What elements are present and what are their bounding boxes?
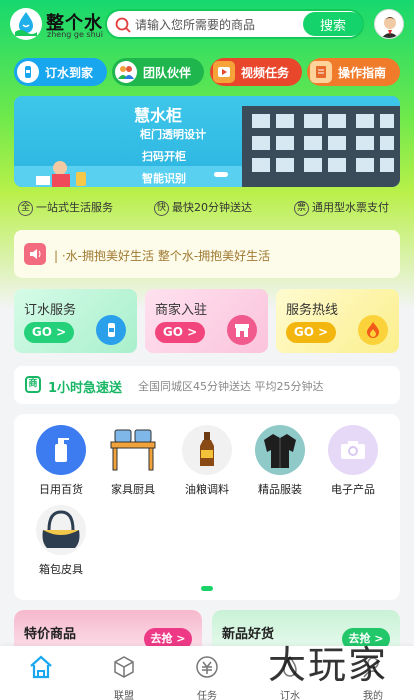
feature-highlights: 全一站式生活服务 快最快20分钟送达 票通用型水票支付 xyxy=(0,199,414,219)
feature-badge-icon: 票 xyxy=(294,200,309,216)
bag-icon xyxy=(36,505,86,555)
quick-link-label: 操作指南 xyxy=(338,66,387,80)
tab-label: 联盟 xyxy=(114,691,134,700)
table-icon xyxy=(108,425,158,475)
service-go-button[interactable]: GO > xyxy=(286,322,336,343)
quick-link-label: 团队伙伴 xyxy=(143,66,192,80)
tab-label: 任务 xyxy=(197,691,217,700)
service-card-order-water[interactable]: 订水服务 GO > xyxy=(14,289,137,353)
banner-line: 扫码开柜 xyxy=(142,150,186,163)
service-title: 订水服务 xyxy=(24,303,77,318)
search-icon xyxy=(115,17,131,33)
logo-subtitle: zheng ge shui xyxy=(47,30,103,39)
category-clothing[interactable]: 精品服装 xyxy=(245,425,315,497)
promo-title: 特价商品 xyxy=(24,627,77,642)
category-daily-goods[interactable]: 日用百货 xyxy=(26,425,96,497)
notice-text: | ·水-拥抱美好生活 整个水-拥抱美好生活 xyxy=(54,249,271,263)
quick-link-label: 订水到家 xyxy=(45,66,94,80)
notice-bar[interactable]: | ·水-拥抱美好生活 整个水-拥抱美好生活 xyxy=(14,230,400,278)
quick-link-video-task[interactable]: 视频任务 xyxy=(210,58,302,86)
camera-icon xyxy=(328,425,378,475)
search-button[interactable]: 搜索 xyxy=(303,12,363,36)
service-go-button[interactable]: GO > xyxy=(24,322,74,343)
category-furniture[interactable]: 家具厨具 xyxy=(98,425,168,497)
service-go-button[interactable]: GO > xyxy=(155,322,205,343)
banner-line: 柜门透明设计 xyxy=(140,128,206,141)
category-label: 精品服装 xyxy=(258,483,302,496)
category-grid: 日用百货 家具厨具 油粮调料 精品服装 电子产品 箱包皮具 xyxy=(14,414,400,600)
tab-alliance[interactable]: 联盟 xyxy=(83,646,165,700)
top-header: 整个水 zheng ge shui 搜索 xyxy=(0,0,414,50)
avatar[interactable] xyxy=(374,9,404,39)
banner-line: 智能识别 xyxy=(142,172,186,185)
search-bar: 搜索 xyxy=(105,9,364,39)
cube-icon xyxy=(114,656,134,678)
feature-label: 最快20分钟送达 xyxy=(172,201,252,214)
sauce-icon xyxy=(182,425,232,475)
banner-illustration xyxy=(14,106,400,187)
category-label: 家具厨具 xyxy=(111,483,155,496)
watermark-text: 大玩家 xyxy=(268,643,389,687)
home-icon xyxy=(30,655,52,679)
fast-delivery-banner[interactable]: 商 1小时急速送 全国同城区45分钟送达 平均25分钟达 xyxy=(14,366,400,404)
category-bags[interactable]: 箱包皮具 xyxy=(26,505,96,577)
team-icon xyxy=(115,61,137,83)
quick-link-order-water[interactable]: 订水到家 xyxy=(14,58,107,86)
feature-badge-icon: 快 xyxy=(154,200,169,216)
service-title: 服务热线 xyxy=(286,303,339,318)
fire-icon xyxy=(358,315,388,345)
service-card-merchant[interactable]: 商家入驻 GO > xyxy=(145,289,268,353)
coin-icon xyxy=(196,656,218,678)
category-label: 油粮调料 xyxy=(185,483,229,496)
category-grain-oil[interactable]: 油粮调料 xyxy=(172,425,242,497)
delivery-description: 全国同城区45分钟送达 平均25分钟达 xyxy=(138,380,324,393)
water-bottle-icon xyxy=(17,61,39,83)
service-card-hotline[interactable]: 服务热线 GO > xyxy=(276,289,399,353)
guide-icon xyxy=(310,61,332,83)
feature-item: 全一站式生活服务 xyxy=(18,199,113,216)
quick-link-team[interactable]: 团队伙伴 xyxy=(112,58,204,86)
category-label: 日用百货 xyxy=(39,483,83,496)
water-bottle-icon xyxy=(96,315,126,345)
category-pager-indicator[interactable] xyxy=(201,586,213,591)
feature-label: 通用型水票支付 xyxy=(312,201,389,214)
quick-link-guide[interactable]: 操作指南 xyxy=(307,58,400,86)
speaker-icon xyxy=(24,243,46,265)
tab-tasks[interactable]: 任务 xyxy=(166,646,248,700)
logo-drop-icon xyxy=(10,8,42,40)
service-title: 商家入驻 xyxy=(155,303,208,318)
category-label: 电子产品 xyxy=(331,483,375,496)
shop-icon xyxy=(227,315,257,345)
jacket-icon xyxy=(255,425,305,475)
feature-badge-icon: 全 xyxy=(18,200,33,216)
feature-item: 快最快20分钟送达 xyxy=(154,199,252,216)
feature-item: 票通用型水票支付 xyxy=(294,199,389,216)
category-electronics[interactable]: 电子产品 xyxy=(318,425,388,497)
category-label: 箱包皮具 xyxy=(39,563,83,576)
delivery-title: 1小时急速送 xyxy=(48,381,123,396)
banner-title: 慧水柜 xyxy=(134,106,183,125)
promo-title: 新品好货 xyxy=(222,627,275,642)
video-icon xyxy=(213,61,235,83)
feature-label: 一站式生活服务 xyxy=(36,201,113,214)
promo-banner[interactable]: 慧水柜 柜门透明设计 扫码开柜 智能识别 xyxy=(14,96,400,187)
delivery-badge-icon: 商 xyxy=(25,376,41,393)
tab-home[interactable] xyxy=(0,646,82,700)
search-input[interactable] xyxy=(135,15,295,35)
banner-pager-indicator[interactable] xyxy=(214,172,228,177)
bottle-icon xyxy=(36,425,86,475)
quick-links-row: 订水到家 团队伙伴 视频任务 操作指南 xyxy=(0,58,414,88)
quick-link-label: 视频任务 xyxy=(241,66,290,80)
